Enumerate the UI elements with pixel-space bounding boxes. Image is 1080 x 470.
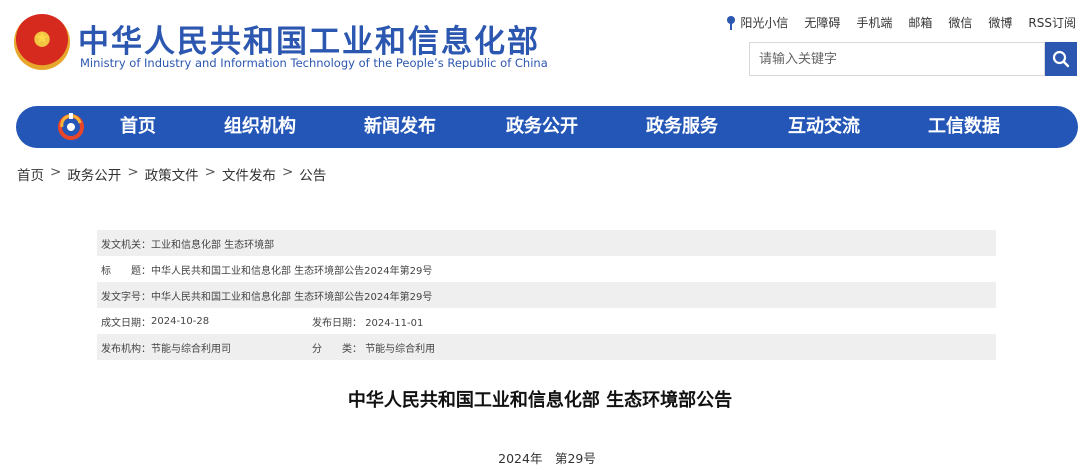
breadcrumb-separator: > <box>127 164 139 180</box>
document-meta-table: 发文机关： 工业和信息化部 生态环境部 标 题： 中华人民共和国工业和信息化部 … <box>97 230 996 360</box>
nav-item-government-affairs[interactable]: 政务公开 <box>506 106 578 148</box>
search-icon <box>1052 50 1070 68</box>
meta-value-org: 节能与综合利用司 <box>151 343 231 355</box>
top-links: 阳光小信 无障碍 手机端 邮箱 微信 微博 RSS订阅 <box>726 14 1076 31</box>
document-title: 中华人民共和国工业和信息化部 生态环境部公告 <box>347 390 733 411</box>
nav-item-organization[interactable]: 组织机构 <box>224 106 296 148</box>
meta-category-cell: 分 类： 节能与综合利用 <box>312 340 435 355</box>
meta-label: 标 题： <box>101 265 151 277</box>
toplink-rss[interactable]: RSS订阅 <box>1028 14 1076 31</box>
nav-item-data[interactable]: 工信数据 <box>928 106 1000 148</box>
toplink-sunshine[interactable]: 阳光小信 <box>726 14 788 31</box>
search-button[interactable] <box>1045 42 1077 76</box>
nav-item-news[interactable]: 新闻发布 <box>364 106 436 148</box>
meta-value-title: 中华人民共和国工业和信息化部 生态环境部公告2024年第29号 <box>151 265 433 277</box>
meta-published-cell: 发布日期： 2024-11-01 <box>312 314 423 329</box>
emblem-star-icon: ★ <box>34 27 50 47</box>
document-number: 2024年 第29号 <box>498 451 596 466</box>
meta-row-dates: 成文日期： 2024-10-28 发布日期： 2024-11-01 <box>97 308 996 334</box>
meta-label: 发文机关： <box>101 239 151 251</box>
breadcrumb: 首页 > 政务公开 > 政策文件 > 文件发布 > 公告 <box>17 164 326 184</box>
toplink-label: 阳光小信 <box>740 16 789 30</box>
meta-row-docno: 发文字号： 中华人民共和国工业和信息化部 生态环境部公告2024年第29号 <box>97 282 996 308</box>
toplink-weibo[interactable]: 微博 <box>988 14 1012 31</box>
main-nav: 首页 组织机构 新闻发布 政务公开 政务服务 互动交流 工信数据 <box>16 106 1078 148</box>
toplink-accessibility[interactable]: 无障碍 <box>804 14 840 31</box>
meta-label: 发文字号： <box>101 291 151 303</box>
toplink-mobile[interactable]: 手机端 <box>856 14 892 31</box>
meta-value-docno: 中华人民共和国工业和信息化部 生态环境部公告2024年第29号 <box>151 291 433 303</box>
nav-item-services[interactable]: 政务服务 <box>646 106 718 148</box>
breadcrumb-item-announcement[interactable]: 公告 <box>299 164 326 184</box>
meta-label: 分 类： <box>312 343 362 355</box>
meta-label: 发布日期： <box>312 317 362 329</box>
toplink-wechat[interactable]: 微信 <box>948 14 972 31</box>
nav-item-interaction[interactable]: 互动交流 <box>788 106 860 148</box>
meta-value-issuer: 工业和信息化部 生态环境部 <box>151 239 275 251</box>
site-subtitle: Ministry of Industry and Information Tec… <box>80 56 548 70</box>
meta-label: 发布机构： <box>101 343 151 355</box>
toplink-mail[interactable]: 邮箱 <box>908 14 932 31</box>
breadcrumb-separator: > <box>204 164 216 180</box>
breadcrumb-item-policy-files[interactable]: 政策文件 <box>145 164 199 184</box>
meta-value-created-date: 2024-10-28 <box>151 315 210 327</box>
national-emblem-icon[interactable]: ★ <box>14 14 70 70</box>
meta-row-org: 发布机构： 节能与综合利用司 分 类： 节能与综合利用 <box>97 334 996 360</box>
meta-label: 成文日期： <box>101 317 151 329</box>
meta-row-title: 标 题： 中华人民共和国工业和信息化部 生态环境部公告2024年第29号 <box>97 256 996 282</box>
breadcrumb-item-file-release[interactable]: 文件发布 <box>222 164 276 184</box>
sunshine-icon <box>726 15 736 30</box>
meta-value-category: 节能与综合利用 <box>365 343 436 355</box>
search-input[interactable] <box>750 43 1044 75</box>
site-title[interactable]: 中华人民共和国工业和信息化部 <box>78 16 540 61</box>
breadcrumb-separator: > <box>281 164 294 180</box>
breadcrumb-separator: > <box>50 164 62 180</box>
breadcrumb-item-government-affairs[interactable]: 政务公开 <box>67 164 121 184</box>
search-box <box>749 42 1045 76</box>
breadcrumb-item-home[interactable]: 首页 <box>17 164 44 184</box>
meta-value-published-date: 2024-11-01 <box>365 317 424 329</box>
nav-item-home[interactable]: 首页 <box>120 106 156 148</box>
meta-row-issuer: 发文机关： 工业和信息化部 生态环境部 <box>97 230 996 256</box>
